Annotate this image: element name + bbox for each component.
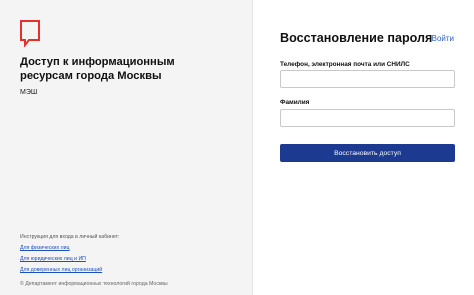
surname-field-label: Фамилия bbox=[280, 99, 310, 106]
instructions-label: Инструкция для входа в личный кабинет: bbox=[20, 234, 120, 240]
service-name: МЭШ bbox=[20, 89, 38, 96]
link-legal-entities[interactable]: Для юридических лиц и ИП bbox=[20, 256, 86, 262]
link-individuals[interactable]: Для физических лиц bbox=[20, 245, 70, 251]
login-link[interactable]: Войти bbox=[432, 34, 454, 43]
copyright: © Департамент информационных технологий … bbox=[20, 281, 168, 287]
surname-input[interactable] bbox=[280, 109, 455, 127]
link-trusted-persons[interactable]: Для доверенных лиц организаций bbox=[20, 267, 102, 273]
contact-field-label: Телефон, электронная почта или СНИЛС bbox=[280, 61, 410, 68]
restore-access-button[interactable]: Восстановить доступ bbox=[280, 144, 455, 162]
left-panel: Доступ к информационным ресурсам города … bbox=[0, 0, 253, 295]
page-heading: Доступ к информационным ресурсам города … bbox=[20, 56, 175, 82]
contact-input[interactable] bbox=[280, 70, 455, 88]
form-title: Восстановление пароля bbox=[280, 31, 433, 45]
mos-ru-logo-icon bbox=[20, 20, 40, 47]
